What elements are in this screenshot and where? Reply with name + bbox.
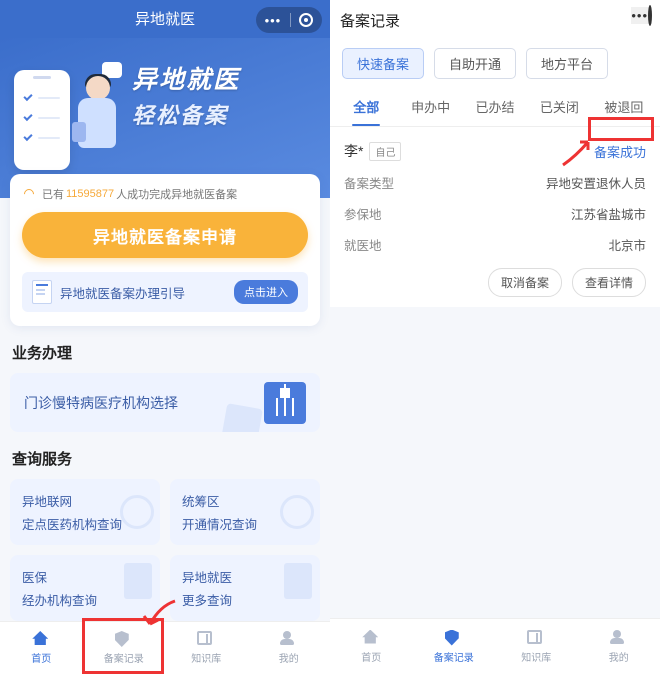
person-illustration [60,76,120,176]
empty-area [330,307,660,618]
home-icon [32,631,48,645]
cancel-record-button[interactable]: 取消备案 [488,268,562,297]
book-icon [197,631,212,645]
book-icon [527,630,542,644]
more-icon [284,563,312,599]
tab-knowledge[interactable]: 知识库 [495,619,578,674]
location-icon [280,495,314,529]
tab-label: 知识库 [521,649,551,664]
card-icon [124,563,152,599]
close-target-icon[interactable] [299,13,313,27]
pill-local[interactable]: 地方平台 [526,48,608,79]
left-phone-screen: 异地就医 ••• 异地就医 轻松备案 已有 115958 [0,0,330,674]
record-header: 李* 自己 备案成功 [344,141,646,161]
query-card-more[interactable]: 异地就医 更多查询 [170,555,320,621]
filter-pills: 快速备案 自助开通 地方平台 [330,40,660,87]
miniprogram-capsule[interactable]: ••• [631,7,652,24]
tab-label: 我的 [609,649,629,664]
kv-value: 北京市 [608,235,646,254]
kv-row: 参保地 江苏省盐城市 [344,204,646,223]
tab-label: 知识库 [191,650,221,665]
document-icon [32,280,52,304]
biz-card-label: 门诊慢特病医疗机构选择 [24,393,178,413]
record-name: 李* [344,141,363,161]
kv-row: 备案类型 异地安置退休人员 [344,173,646,192]
bottom-tabbar: 首页 备案记录 知识库 我的 [330,618,660,674]
tab-mine[interactable]: 我的 [248,622,331,674]
apply-button[interactable]: 异地就医备案申请 [22,212,308,258]
page-title: 备案记录 [340,10,400,31]
tab-label: 首页 [361,649,381,664]
page-title: 异地就医 [135,8,195,29]
relation-tag: 自己 [369,142,401,161]
speaker-icon [22,187,36,201]
hero-illustration: 异地就医 轻松备案 [0,38,330,176]
user-icon [280,631,294,645]
kv-key: 备案类型 [344,173,394,192]
kv-value: 江苏省盐城市 [571,204,646,223]
hospital-icon [264,382,306,424]
more-icon[interactable]: ••• [631,8,648,23]
view-detail-button[interactable]: 查看详情 [572,268,646,297]
kv-key: 就医地 [344,235,382,254]
right-phone-screen: 备案记录 ••• 快速备案 自助开通 地方平台 全部 申办中 已办结 已关闭 被… [330,0,660,674]
more-icon[interactable]: ••• [265,13,282,28]
notice-count: 11595877 [66,188,114,200]
query-card-pooling[interactable]: 统筹区 开通情况查询 [170,479,320,545]
tab-all[interactable]: 全部 [334,87,398,126]
tab-label: 我的 [279,650,299,665]
divider [290,13,291,27]
kv-row: 就医地 北京市 [344,235,646,254]
tab-records[interactable]: 备案记录 [413,619,496,674]
query-card-agency[interactable]: 医保 经办机构查询 [10,555,160,621]
navbar: 备案记录 ••• [330,0,660,40]
tab-mine[interactable]: 我的 [578,619,660,674]
query-card-network[interactable]: 异地联网 定点医药机构查询 [10,479,160,545]
notice-prefix: 已有 [42,186,64,202]
decor-shape [221,403,263,432]
pill-self[interactable]: 自助开通 [434,48,516,79]
tab-label: 备案记录 [434,649,474,664]
tab-home[interactable]: 首页 [0,622,83,674]
record-actions: 取消备案 查看详情 [344,268,646,297]
record-status: 备案成功 [594,142,646,161]
biz-card-chronic[interactable]: 门诊慢特病医疗机构选择 [10,373,320,432]
hero-title-1: 异地就医 [132,60,240,96]
tab-processing[interactable]: 申办中 [398,87,462,126]
guide-label: 异地就医备案办理引导 [60,283,185,302]
kv-key: 参保地 [344,204,382,223]
user-icon [610,630,624,644]
pill-fast[interactable]: 快速备案 [342,48,424,79]
home-icon [362,630,378,644]
tab-done[interactable]: 已办结 [463,87,527,126]
annotation-arrow [140,596,180,636]
notice-suffix: 人成功完成异地就医备案 [116,186,237,202]
close-target-icon[interactable] [648,5,652,26]
record-card: 李* 自己 备案成功 备案类型 异地安置退休人员 参保地 江苏省盐城市 就医地 北京市… [330,127,660,307]
notice-bar: 已有 11595877 人成功完成异地就医备案 [22,186,308,202]
tab-home[interactable]: 首页 [330,619,413,674]
tab-closed[interactable]: 已关闭 [527,87,591,126]
tab-label: 首页 [31,650,51,665]
link-icon [120,495,154,529]
navbar: 异地就医 ••• [0,0,330,38]
kv-value: 异地安置退休人员 [546,173,646,192]
section-title-biz: 业务办理 [12,342,318,363]
annotation-arrow [558,130,598,170]
shield-icon [445,630,459,646]
guide-enter-button[interactable]: 点击进入 [234,280,298,304]
hero-title-2: 轻松备案 [132,98,240,130]
section-title-query: 查询服务 [12,448,318,469]
guide-row[interactable]: 异地就医备案办理引导 点击进入 [22,272,308,312]
main-card: 已有 11595877 人成功完成异地就医备案 异地就医备案申请 异地就医备案办… [10,174,320,326]
miniprogram-capsule[interactable]: ••• [256,7,322,33]
